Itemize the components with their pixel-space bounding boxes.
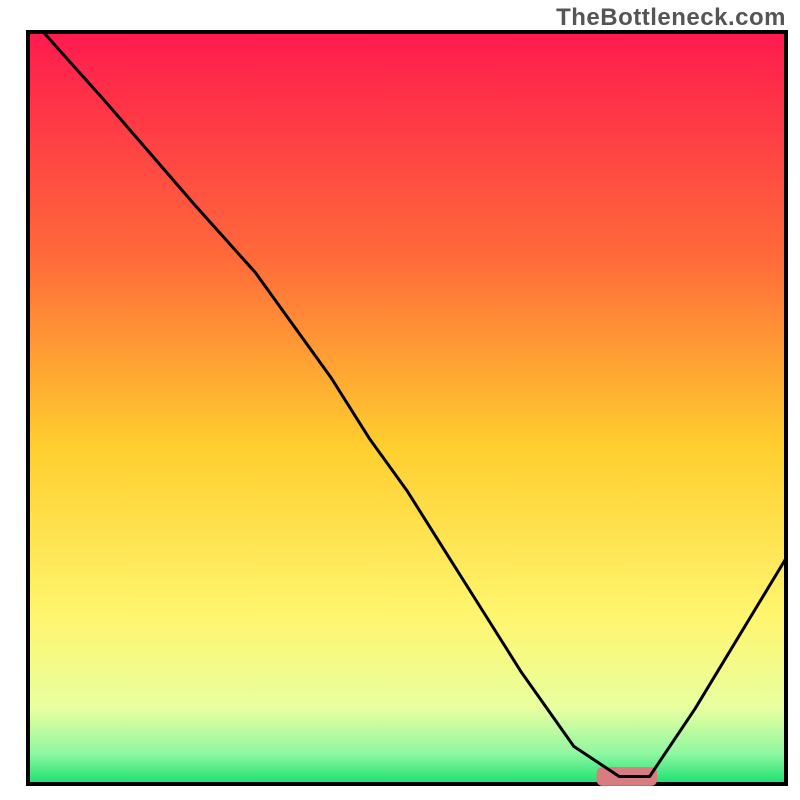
chart-container: TheBottleneck.com [0, 0, 800, 800]
watermark-text: TheBottleneck.com [556, 4, 786, 32]
chart-svg [0, 0, 800, 800]
